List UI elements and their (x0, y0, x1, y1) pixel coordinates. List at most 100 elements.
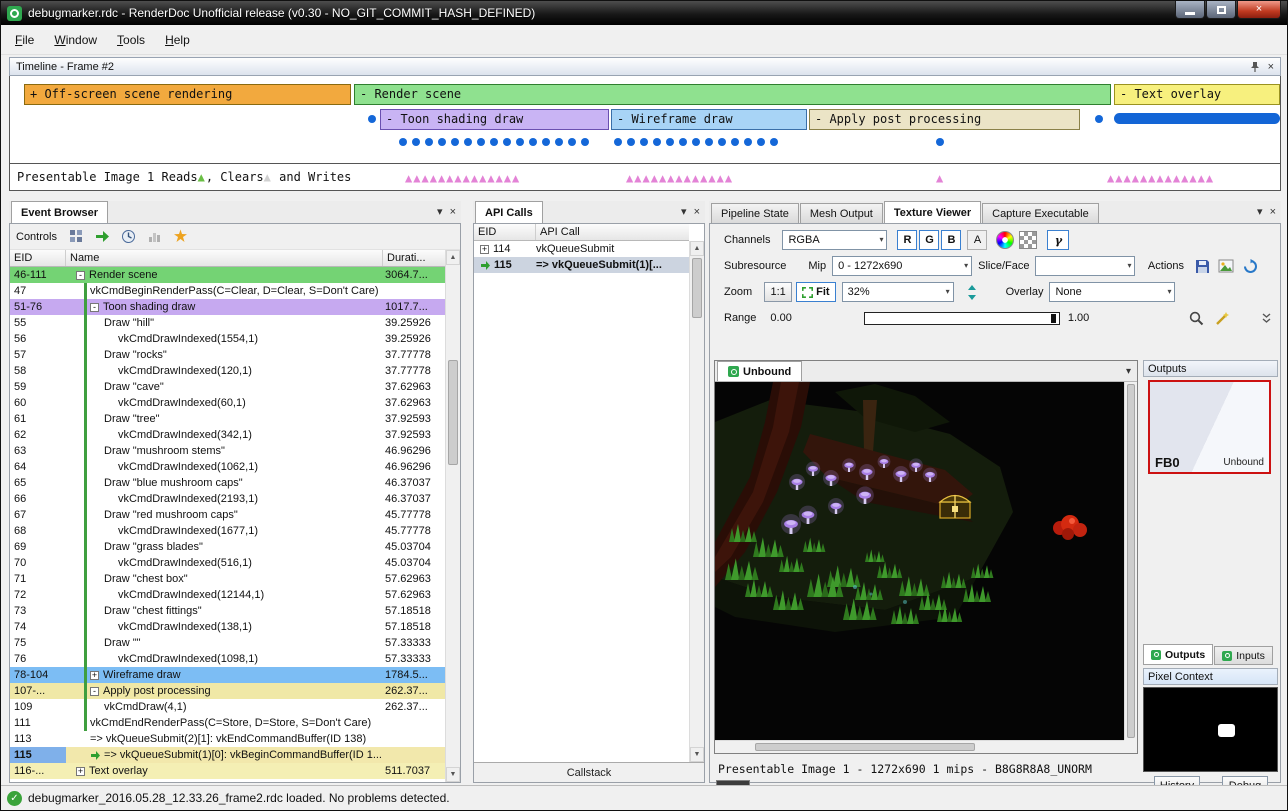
write-marker-icon[interactable]: ▲ (1181, 172, 1189, 184)
write-marker-icon[interactable]: ▲ (1107, 172, 1115, 184)
timeline-draw-dot[interactable] (614, 138, 622, 146)
api-calls-vscrollbar[interactable]: ▲ ▼ (689, 241, 704, 762)
write-marker-icon[interactable]: ▲ (487, 172, 495, 184)
write-marker-icon[interactable]: ▲ (708, 172, 716, 184)
event-row[interactable]: 65Draw "blue mushroom caps"46.37037 (10, 475, 445, 491)
event-row[interactable]: 63Draw "mushroom stems"46.96296 (10, 443, 445, 459)
write-marker-icon[interactable]: ▲ (479, 172, 487, 184)
write-marker-icon[interactable]: ▲ (651, 172, 659, 184)
event-row[interactable]: 58vkCmdDrawIndexed(120,1)37.77778 (10, 363, 445, 379)
event-row[interactable]: 64vkCmdDrawIndexed(1062,1)46.96296 (10, 459, 445, 475)
scroll-down-icon[interactable]: ▼ (690, 747, 704, 762)
write-marker-icon[interactable]: ▲ (421, 172, 429, 184)
tab-pipeline-state[interactable]: Pipeline State (711, 203, 799, 223)
write-marker-icon[interactable]: ▲ (634, 172, 642, 184)
tab-event-browser[interactable]: Event Browser (11, 201, 108, 223)
zoom-dropdown[interactable]: 32%▾ (842, 282, 954, 302)
write-marker-icon[interactable]: ▲ (659, 172, 667, 184)
channel-b-button[interactable]: B (941, 230, 961, 250)
write-marker-icon[interactable]: ▲ (675, 172, 683, 184)
event-row[interactable]: 72vkCmdDrawIndexed(12144,1)57.62963 (10, 587, 445, 603)
close-icon[interactable]: × (694, 206, 700, 218)
timeline-draw-dot[interactable] (477, 138, 485, 146)
timeline-section-bar[interactable]: - Render scene (354, 84, 1111, 105)
timeline-section-bar[interactable]: - Wireframe draw (611, 109, 807, 130)
write-marker-icon[interactable]: ▲ (1165, 172, 1173, 184)
event-row[interactable]: 70vkCmdDrawIndexed(516,1)45.03704 (10, 555, 445, 571)
tab-mesh-output[interactable]: Mesh Output (800, 203, 883, 223)
tab-api-calls[interactable]: API Calls (475, 201, 543, 223)
write-marker-icon[interactable]: ▲ (692, 172, 700, 184)
timeline-draw-dot[interactable] (542, 138, 550, 146)
scrollbar-thumb[interactable] (692, 258, 702, 318)
refresh-icon[interactable] (1240, 256, 1260, 276)
event-row[interactable]: 57Draw "rocks"37.77778 (10, 347, 445, 363)
timeline-draw-dot[interactable] (516, 138, 524, 146)
range-slider[interactable] (864, 312, 1060, 325)
alpha-channel-button[interactable]: A (967, 230, 987, 250)
io-tab-inputs[interactable]: Inputs (1214, 646, 1273, 665)
write-marker-icon[interactable]: ▲ (700, 172, 708, 184)
range-slider-handle[interactable] (1051, 314, 1056, 323)
timeline-draw-dot[interactable] (744, 138, 752, 146)
column-duration[interactable]: Durati... (383, 250, 445, 266)
write-marker-icon[interactable]: ▲ (717, 172, 725, 184)
close-icon[interactable]: × (1270, 206, 1276, 218)
write-marker-icon[interactable]: ▲ (504, 172, 512, 184)
chevron-down-icon[interactable]: ▾ (1257, 205, 1263, 218)
event-row[interactable]: 73Draw "chest fittings"57.18518 (10, 603, 445, 619)
write-marker-icon[interactable]: ▲ (413, 172, 421, 184)
expander-minus-icon[interactable]: - (90, 303, 99, 312)
event-row[interactable]: 51-76-Toon shading draw1017.7... (10, 299, 445, 315)
io-tab-outputs[interactable]: Outputs (1143, 644, 1213, 665)
timeline-draw-dot[interactable] (412, 138, 420, 146)
minimize-button[interactable] (1175, 1, 1205, 19)
overlay-dropdown[interactable]: None▾ (1049, 282, 1175, 302)
scrollbar-thumb[interactable] (1127, 384, 1135, 738)
timeline-draw-dot[interactable] (705, 138, 713, 146)
event-row[interactable]: 67Draw "red mushroom caps"45.77778 (10, 507, 445, 523)
save-icon[interactable] (1192, 256, 1212, 276)
close-button[interactable]: × (1237, 1, 1281, 19)
pixel-context-view[interactable] (1143, 687, 1278, 772)
timeline-draw-dot[interactable] (679, 138, 687, 146)
slice-face-dropdown[interactable]: ▾ (1035, 256, 1135, 276)
timeline-draw-dot[interactable] (464, 138, 472, 146)
timeline-draw-dot[interactable] (451, 138, 459, 146)
timeline-section-bar[interactable]: - Text overlay (1114, 84, 1280, 105)
event-row[interactable]: 62vkCmdDrawIndexed(342,1)37.92593 (10, 427, 445, 443)
write-marker-icon[interactable]: ▲ (496, 172, 504, 184)
timeline-draw-dot[interactable] (640, 138, 648, 146)
go-to-current-event-icon[interactable] (93, 227, 113, 247)
tab-unbound[interactable]: Unbound (717, 361, 802, 381)
write-marker-icon[interactable]: ▲ (667, 172, 675, 184)
chevron-down-icon[interactable]: ▾ (681, 205, 687, 218)
event-row[interactable]: 69Draw "grass blades"45.03704 (10, 539, 445, 555)
timeline-draw-dot[interactable] (653, 138, 661, 146)
write-marker-icon[interactable]: ▲ (446, 172, 454, 184)
event-row[interactable]: 61Draw "tree"37.92593 (10, 411, 445, 427)
timeline-draw-dot[interactable] (368, 115, 376, 123)
autofit-wand-icon[interactable] (1212, 308, 1232, 328)
expander-plus-icon[interactable]: + (480, 245, 489, 254)
event-row[interactable]: 78-104+Wireframe draw1784.5... (10, 667, 445, 683)
zoom-1to1-button[interactable]: 1:1 (764, 282, 792, 302)
expander-plus-icon[interactable]: + (76, 767, 85, 776)
channels-dropdown[interactable]: RGBA▾ (782, 230, 887, 250)
event-row[interactable]: 113=> vkQueueSubmit(2)[1]: vkEndCommandB… (10, 731, 445, 747)
overflow-chevron-icon[interactable] (1256, 308, 1276, 328)
write-marker-icon[interactable]: ▲ (1140, 172, 1148, 184)
time-draws-icon[interactable] (119, 227, 139, 247)
menu-item-window[interactable]: Window (44, 29, 107, 51)
open-image-icon[interactable] (1216, 256, 1236, 276)
api-call-row[interactable]: +114vkQueueSubmit (474, 241, 689, 257)
custom-channels-icon[interactable] (996, 231, 1014, 249)
event-row[interactable]: 75Draw ""57.33333 (10, 635, 445, 651)
expander-minus-icon[interactable]: - (90, 687, 99, 696)
timeline-span-pill[interactable] (1114, 113, 1280, 124)
timeline-draw-dot[interactable] (555, 138, 563, 146)
write-marker-icon[interactable]: ▲ (1115, 172, 1123, 184)
texture-vscrollbar[interactable] (1124, 382, 1137, 740)
close-icon[interactable]: × (450, 206, 456, 218)
tab-texture-viewer[interactable]: Texture Viewer (884, 201, 981, 223)
